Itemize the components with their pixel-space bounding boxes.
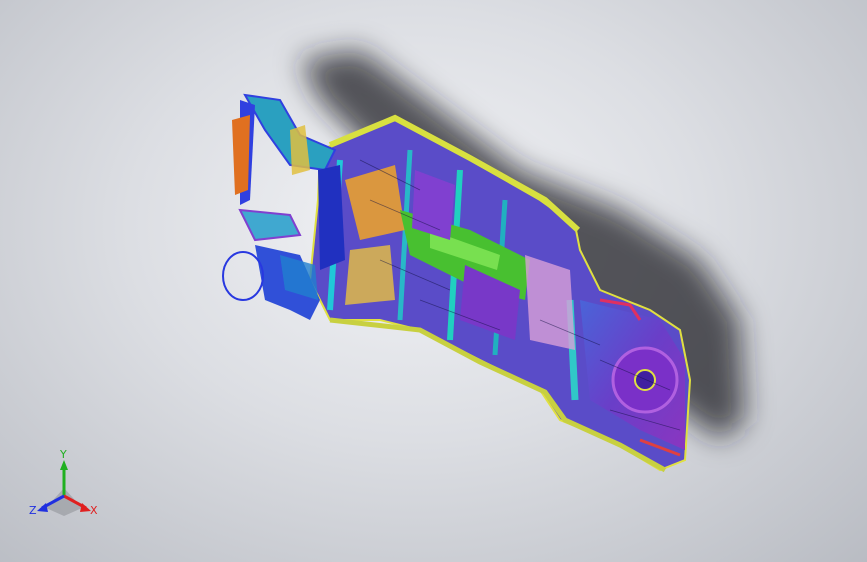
coordinate-triad [37, 460, 91, 516]
selection-circle[interactable] [222, 251, 264, 301]
spare-wheel-center [634, 369, 656, 391]
footwell [345, 245, 395, 305]
y-axis-label: Y [60, 448, 67, 461]
upper-front-rail [243, 93, 337, 172]
graphics-viewport[interactable]: Y Z X [0, 0, 867, 562]
front-crossbar [238, 208, 302, 242]
radiator-support-orange [232, 115, 250, 195]
x-axis-label: X [90, 504, 98, 517]
y-axis-arrow [60, 460, 68, 470]
model-canvas[interactable] [0, 0, 867, 562]
seat-crossmember-panel [525, 255, 575, 350]
z-axis-label: Z [29, 504, 37, 517]
shock-tower [290, 125, 310, 175]
